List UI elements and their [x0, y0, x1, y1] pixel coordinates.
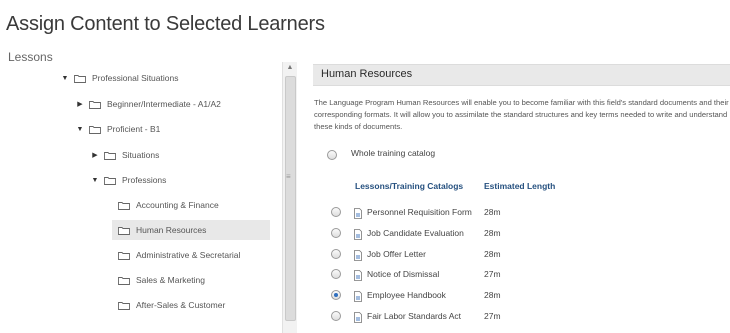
lesson-length: 28m: [484, 207, 501, 217]
expand-arrow-icon[interactable]: ▼: [90, 177, 100, 184]
document-icon: [354, 206, 362, 219]
folder-icon: [118, 251, 130, 260]
scroll-up-arrow-icon[interactable]: ▲: [283, 64, 297, 71]
detail-description: The Language Program Human Resources wil…: [314, 98, 729, 131]
tree-item[interactable]: ▼ Professions: [90, 170, 167, 190]
lesson-name: Job Candidate Evaluation: [367, 228, 464, 238]
lesson-length: 28m: [484, 249, 501, 259]
lesson-name: Job Offer Letter: [367, 249, 426, 259]
lesson-radio[interactable]: [331, 311, 341, 321]
expand-arrow-icon[interactable]: ▼: [60, 75, 70, 82]
lesson-radio[interactable]: [331, 290, 341, 300]
expand-arrow-icon[interactable]: ▼: [75, 126, 85, 133]
col-header-length: Estimated Length: [484, 181, 556, 191]
tree-item-label: Situations: [122, 150, 160, 160]
lesson-radio[interactable]: [331, 228, 341, 238]
folder-icon: [118, 301, 130, 310]
collapse-arrow-icon[interactable]: ▶: [75, 100, 85, 108]
document-icon: [354, 289, 362, 302]
col-header-lessons: Lessons/Training Catalogs: [355, 181, 464, 191]
tree-item[interactable]: Sales & Marketing: [118, 270, 205, 290]
detail-header: Human Resources: [313, 64, 730, 86]
tree-item[interactable]: Administrative & Secretarial: [118, 245, 240, 265]
lesson-length: 28m: [484, 290, 501, 300]
whole-catalog-label: Whole training catalog: [351, 148, 436, 158]
folder-icon: [89, 100, 101, 109]
lesson-name: Personnel Requisition Form: [367, 207, 472, 217]
lesson-name: Fair Labor Standards Act: [367, 311, 462, 321]
lesson-length: 28m: [484, 228, 501, 238]
lesson-tree: ▼Reference Training Catalogs▼standard_en…: [0, 62, 296, 333]
scroll-grip-icon: ≡: [286, 172, 291, 181]
folder-icon: [74, 74, 86, 83]
collapse-arrow-icon[interactable]: ▶: [90, 151, 100, 159]
document-icon: [354, 268, 362, 281]
tree-item[interactable]: Accounting & Finance: [118, 195, 219, 215]
folder-icon: [118, 201, 130, 210]
document-icon: [354, 310, 362, 323]
lesson-radio[interactable]: [331, 249, 341, 259]
tree-item[interactable]: ▼standard_eng_v05: [46, 62, 148, 63]
tree-item[interactable]: ▶ Situations: [90, 145, 159, 165]
tree-item-label: After-Sales & Customer: [136, 300, 226, 310]
tree-item-label: Beginner/Intermediate - A1/A2: [107, 99, 221, 109]
tree-item-label: Professional Situations: [92, 73, 179, 83]
tree-item-label: Human Resources: [136, 225, 207, 235]
document-icon: [354, 248, 362, 261]
tree-item-label: Accounting & Finance: [136, 200, 219, 210]
whole-catalog-radio[interactable]: [327, 150, 337, 160]
lesson-radio[interactable]: [331, 207, 341, 217]
scroll-thumb[interactable]: [285, 76, 296, 321]
folder-icon: [118, 226, 130, 235]
folder-icon: [118, 276, 130, 285]
folder-icon: [104, 176, 116, 185]
folder-icon: [89, 125, 101, 134]
tree-scrollbar[interactable]: ▲ ≡: [282, 62, 297, 333]
tree-item-label: Proficient - B1: [107, 124, 161, 134]
tree-item[interactable]: Human Resources: [112, 220, 270, 240]
lesson-name: Employee Handbook: [367, 290, 446, 300]
page-title: Assign Content to Selected Learners: [6, 13, 325, 35]
lesson-radio[interactable]: [331, 269, 341, 279]
lesson-name: Notice of Dismissal: [367, 269, 440, 279]
detail-title: Human Resources: [321, 68, 413, 80]
tree-item-label: Professions: [122, 175, 167, 185]
tree-item[interactable]: ▼ Professional Situations: [60, 68, 179, 88]
lesson-length: 27m: [484, 269, 501, 279]
tree-item[interactable]: ▶ Beginner/Intermediate - A1/A2: [75, 94, 221, 114]
tree-item-label: Sales & Marketing: [136, 275, 205, 285]
document-icon: [354, 227, 362, 240]
tree-item[interactable]: ▼ Proficient - B1: [75, 119, 161, 139]
folder-icon: [104, 151, 116, 160]
lesson-length: 27m: [484, 311, 501, 321]
tree-item-label: Administrative & Secretarial: [136, 250, 241, 260]
tree-item[interactable]: After-Sales & Customer: [118, 295, 225, 315]
